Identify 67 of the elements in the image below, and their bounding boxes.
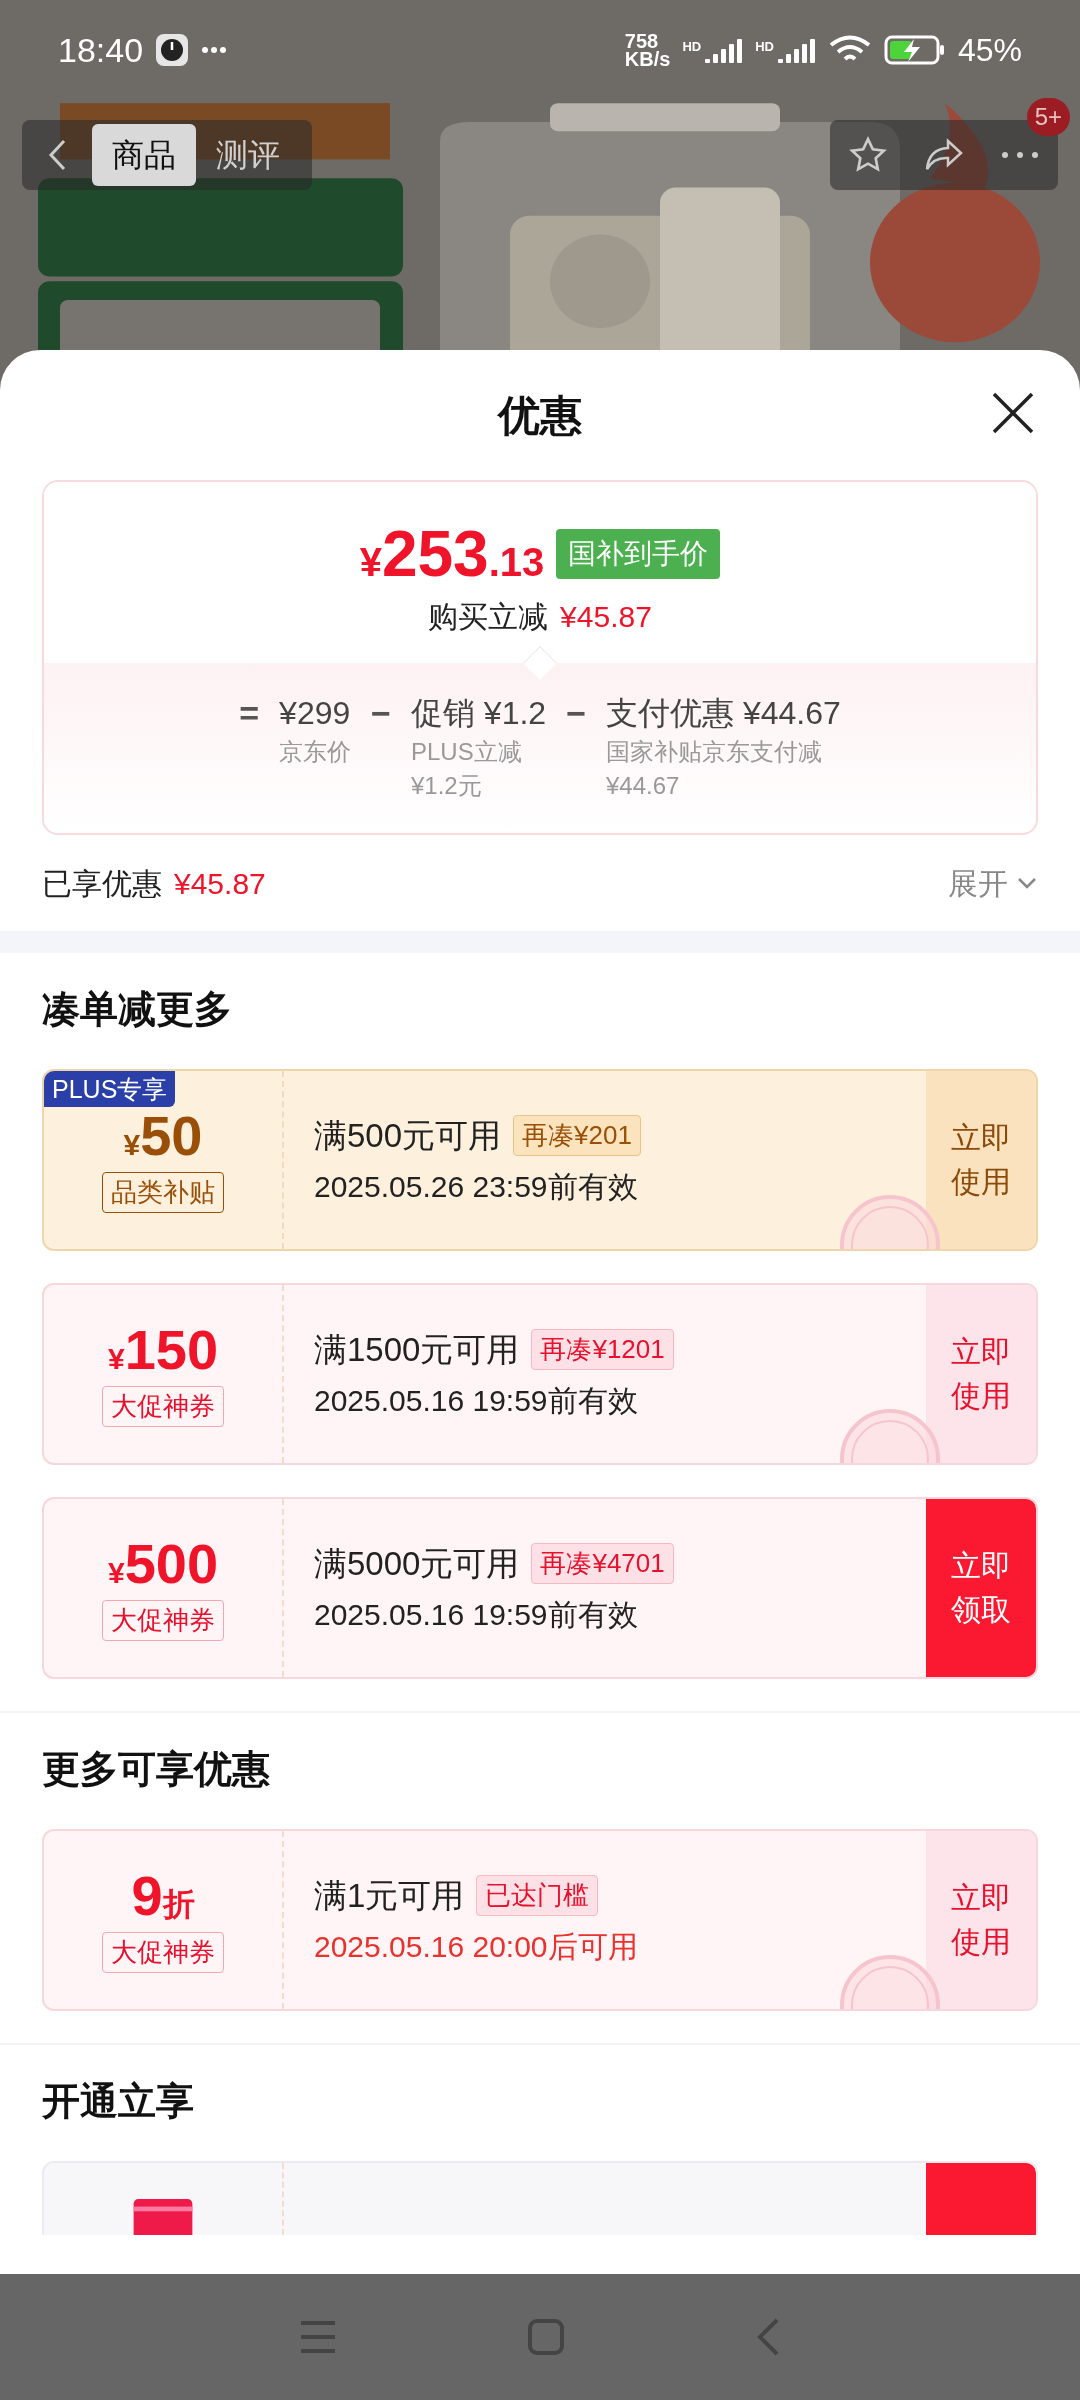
coupon-type-label: 大促神券	[102, 1599, 224, 1641]
price-component-note: ¥44.67	[606, 771, 681, 801]
signal-icon	[705, 37, 744, 63]
network-speed: 758	[624, 32, 659, 50]
discount-amount: ¥45.87	[560, 599, 652, 635]
operator-sign: =	[239, 693, 260, 734]
network-type: HD	[682, 38, 702, 56]
coupon-validity: 2025.05.16 19:59前有效	[314, 1383, 639, 1420]
clock-time: 18:40	[58, 29, 144, 71]
coupon-condition: 满500元可用	[314, 1115, 502, 1156]
coupon-hint: 已达门槛	[476, 1875, 599, 1916]
battery-charging-icon	[883, 35, 946, 65]
clock-icon	[155, 33, 190, 67]
battery-percentage: 45%	[957, 31, 1022, 70]
expand-button[interactable]: 展开	[948, 860, 1038, 906]
close-button[interactable]	[990, 390, 1036, 436]
coupon-action-button[interactable]: 立即使用	[926, 1831, 1036, 2009]
enjoyed-discount-amount: ¥45.87	[174, 865, 266, 902]
price-component: ¥299	[279, 694, 352, 733]
plus-exclusive-tag: PLUS专享	[44, 1071, 176, 1107]
price-component-note: 京东价	[279, 737, 352, 767]
coupon-type-label: 品类补贴	[102, 1171, 224, 1213]
discount-label: 购买立减	[428, 599, 549, 635]
coupon-action-button[interactable]: 立即使用	[926, 1071, 1036, 1249]
price-component-note: PLUS立减	[410, 737, 523, 767]
coupon-condition: 满5000元可用	[314, 1543, 520, 1584]
coupon-condition: 满1500元可用	[314, 1329, 520, 1370]
coupon-action-button[interactable]: 立即领取	[926, 1499, 1036, 1677]
coupon-validity: 2025.05.26 23:59前有效	[314, 1169, 639, 1206]
coupon-value: ¥50	[123, 1107, 203, 1164]
coupon-value: ¥500	[107, 1535, 219, 1592]
more-icon	[1000, 151, 1040, 159]
enjoyed-discount-label: 已享优惠	[42, 865, 162, 902]
coupon-condition: 满1元可用	[314, 1875, 465, 1916]
network-speed-unit: KB/s	[624, 50, 671, 68]
price-component: 支付优惠 ¥44.67	[606, 694, 841, 733]
final-price: ¥253.13	[359, 522, 545, 586]
price-component-note: ¥1.2元	[410, 771, 483, 801]
coupon-value: ¥150	[107, 1321, 219, 1378]
close-icon	[990, 390, 1036, 436]
signal-icon	[777, 37, 816, 63]
back-icon	[47, 138, 67, 172]
chevron-down-icon	[1016, 876, 1038, 890]
section-title: 更多可享优惠	[42, 1747, 271, 1792]
sheet-title: 优惠	[498, 390, 582, 441]
coupon-type-label: 大促神券	[102, 1931, 224, 1973]
header-tab[interactable]: 商品	[92, 124, 196, 186]
coupon-validity: 2025.05.16 19:59前有效	[314, 1597, 639, 1634]
coupon-validity: 2025.05.16 20:00后可用	[314, 1929, 639, 1966]
coupon-action-button[interactable]: 立即使用	[926, 1285, 1036, 1463]
coupon-value: 9折	[131, 1867, 195, 1924]
more-notifications-icon	[201, 46, 228, 54]
network-type: HD	[755, 38, 774, 56]
price-component: 促销 ¥1.2	[410, 694, 547, 733]
star-icon	[848, 135, 888, 175]
coupon-type-label: 大促神券	[102, 1385, 224, 1427]
operator-sign: −	[371, 693, 391, 734]
price-tag: 国补到手价	[556, 529, 721, 579]
card-icon	[132, 2199, 194, 2235]
coupon-hint: 再凑¥201	[513, 1115, 641, 1156]
section-title: 开通立享	[42, 2079, 195, 2124]
operator-sign: −	[566, 693, 586, 734]
coupon-hint: 再凑¥1201	[531, 1329, 674, 1370]
price-component-note: 国家补贴京东支付减	[606, 737, 823, 767]
section-title: 凑单减更多	[42, 987, 233, 1032]
coupon-hint: 再凑¥4701	[531, 1543, 674, 1584]
header-tab[interactable]: 测评	[196, 124, 300, 186]
